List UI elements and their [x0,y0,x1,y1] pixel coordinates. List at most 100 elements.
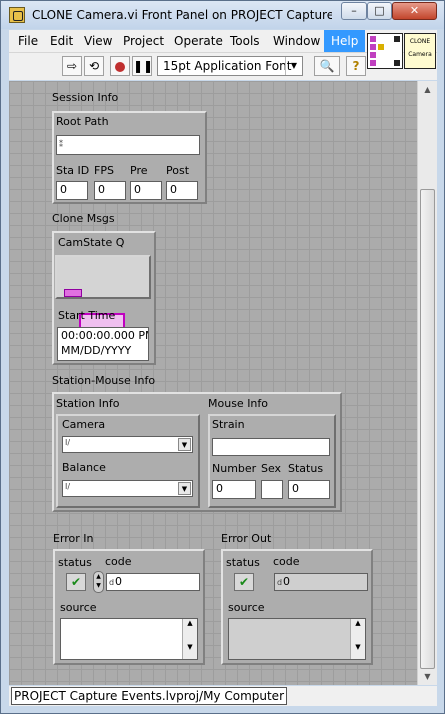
clone-msgs-cluster: CamState Q Start Time 00:00:00.000 PM MM… [52,231,156,365]
pause-icon[interactable]: ❚❚ [132,56,153,76]
menu-operate[interactable]: Operate [174,34,223,48]
error-out-source-textarea: ▲ ▼ [228,618,366,660]
error-out-code-indicator: d 0 [274,573,368,591]
scroll-down-icon[interactable]: ▼ [418,668,437,685]
radix-icon: d [109,578,115,587]
error-out-status-label: status [226,556,260,569]
menu-tools[interactable]: Tools [230,34,260,48]
menu-edit[interactable]: Edit [50,34,73,48]
font-selector[interactable]: 15pt Application Font ▼ [157,56,303,76]
session-info-cluster: Root Path ⁑ Sta ID FPS Pre Post 0 0 0 0 [52,111,207,204]
minimize-button[interactable]: – [341,2,367,20]
station-info-label: Station Info [56,397,120,410]
font-selector-value: 15pt Application Font [163,59,292,73]
start-time-time: 00:00:00.000 PM [61,329,149,342]
ring-indicator-icon: I/ [65,482,71,491]
sta-id-input[interactable]: 0 [56,181,88,200]
mouse-info-cluster: Strain Number Sex Status 0 0 [208,414,336,508]
error-in-source-label: source [60,601,97,614]
status-label: Status [288,462,324,475]
title-bar[interactable]: CLONE Camera.vi Front Panel on PROJECT C… [1,1,444,29]
status-bar: PROJECT Capture Events.lvproj/My Compute… [9,686,437,706]
sex-input[interactable] [261,480,283,499]
fps-input[interactable]: 0 [94,181,126,200]
camera-label: Camera [62,418,106,431]
abort-icon[interactable] [110,56,130,76]
balance-label: Balance [62,461,106,474]
menu-project[interactable]: Project [123,34,164,48]
window-title: CLONE Camera.vi Front Panel on PROJECT C… [32,8,332,22]
menu-help[interactable]: Help [324,30,366,52]
sex-label: Sex [261,462,282,475]
queue-wire-icon [64,289,82,297]
balance-select[interactable]: I/ ▼ [62,480,193,497]
error-in-status-label: status [58,556,92,569]
error-out-source-label: source [228,601,265,614]
error-in-code-input[interactable]: d 0 [106,573,200,591]
camstate-queue-refnum[interactable] [55,255,151,329]
vi-icon-line1: CLONE [409,38,431,45]
status-input[interactable]: 0 [288,480,330,499]
path-icon: ⁑ [59,140,63,149]
error-out-status-led: ✔ [234,573,254,591]
sta-id-label: Sta ID [56,164,90,177]
connector-pane[interactable] [367,33,403,69]
station-mouse-info-label: Station-Mouse Info [52,374,156,387]
chevron-down-icon[interactable]: ▼ [178,482,191,495]
root-path-label: Root Path [56,115,109,128]
chevron-down-icon: ▼ [285,57,302,75]
clone-msgs-label: Clone Msgs [52,212,115,225]
number-label: Number [212,462,257,475]
post-input[interactable]: 0 [166,181,198,200]
start-time-input[interactable]: 00:00:00.000 PM MM/DD/YYYY [57,327,149,361]
run-continuously-icon[interactable]: ⟲ [84,56,104,76]
station-info-cluster: Camera I/ ▼ Balance I/ ▼ [56,414,200,508]
error-out-cluster: status code ✔ d 0 source ▲ ▼ [221,549,373,665]
scroll-up-icon[interactable]: ▲ [418,81,437,98]
menu-view[interactable]: View [84,34,112,48]
vertical-scrollbar[interactable]: ▲ ▼ [417,81,437,685]
post-label: Post [166,164,190,177]
error-in-source-textarea[interactable]: ▲ ▼ [60,618,198,660]
front-panel-canvas: Session Info Root Path ⁑ Sta ID FPS Pre … [9,81,417,685]
vi-front-panel-window: CLONE Camera.vi Front Panel on PROJECT C… [0,0,445,714]
camera-select[interactable]: I/ ▼ [62,436,193,453]
error-in-source-scrollbar[interactable]: ▲ ▼ [182,619,197,659]
error-in-status-led[interactable]: ✔ [66,573,86,591]
error-out-label: Error Out [221,532,272,545]
vi-icon-line2: Camera [408,51,432,58]
root-path-input[interactable]: ⁑ [56,135,200,155]
error-in-code-label: code [105,555,132,568]
station-mouse-info-cluster: Station Info Camera I/ ▼ Balance I/ ▼ Mo… [52,392,342,512]
project-context[interactable]: PROJECT Capture Events.lvproj/My Compute… [11,687,287,705]
run-arrow-icon[interactable]: ⇨ [62,56,82,76]
strain-input[interactable] [212,438,330,456]
pre-label: Pre [130,164,148,177]
mouse-info-label: Mouse Info [208,397,269,410]
menu-file[interactable]: File [18,34,38,48]
number-input[interactable]: 0 [212,480,256,499]
radix-icon: d [277,578,283,587]
menu-window[interactable]: Window [273,34,320,48]
camstate-q-label: CamState Q [58,236,125,249]
vi-icon[interactable]: CLONE Camera [404,33,436,69]
error-out-source-scrollbar[interactable]: ▲ ▼ [350,619,365,659]
start-time-date: MM/DD/YYYY [61,344,132,357]
strain-label: Strain [212,418,245,431]
search-icon[interactable]: 🔍 [314,56,340,76]
session-info-label: Session Info [52,91,119,104]
labview-vi-icon [9,7,25,23]
help-icon[interactable]: ? [346,56,366,76]
pre-input[interactable]: 0 [130,181,162,200]
error-in-cluster: status code ✔ ▲ ▼ d 0 source ▲ ▼ [53,549,205,665]
error-out-code-label: code [273,555,300,568]
chevron-down-icon[interactable]: ▼ [178,438,191,451]
start-time-label: Start Time [58,309,116,322]
scrollbar-thumb[interactable] [420,189,435,669]
close-button[interactable]: ✕ [392,2,437,20]
maximize-button[interactable]: □ [367,2,392,20]
ring-indicator-icon: I/ [65,438,71,447]
fps-label: FPS [94,164,114,177]
error-in-label: Error In [53,532,94,545]
error-in-code-stepper[interactable]: ▲ ▼ [93,571,104,593]
